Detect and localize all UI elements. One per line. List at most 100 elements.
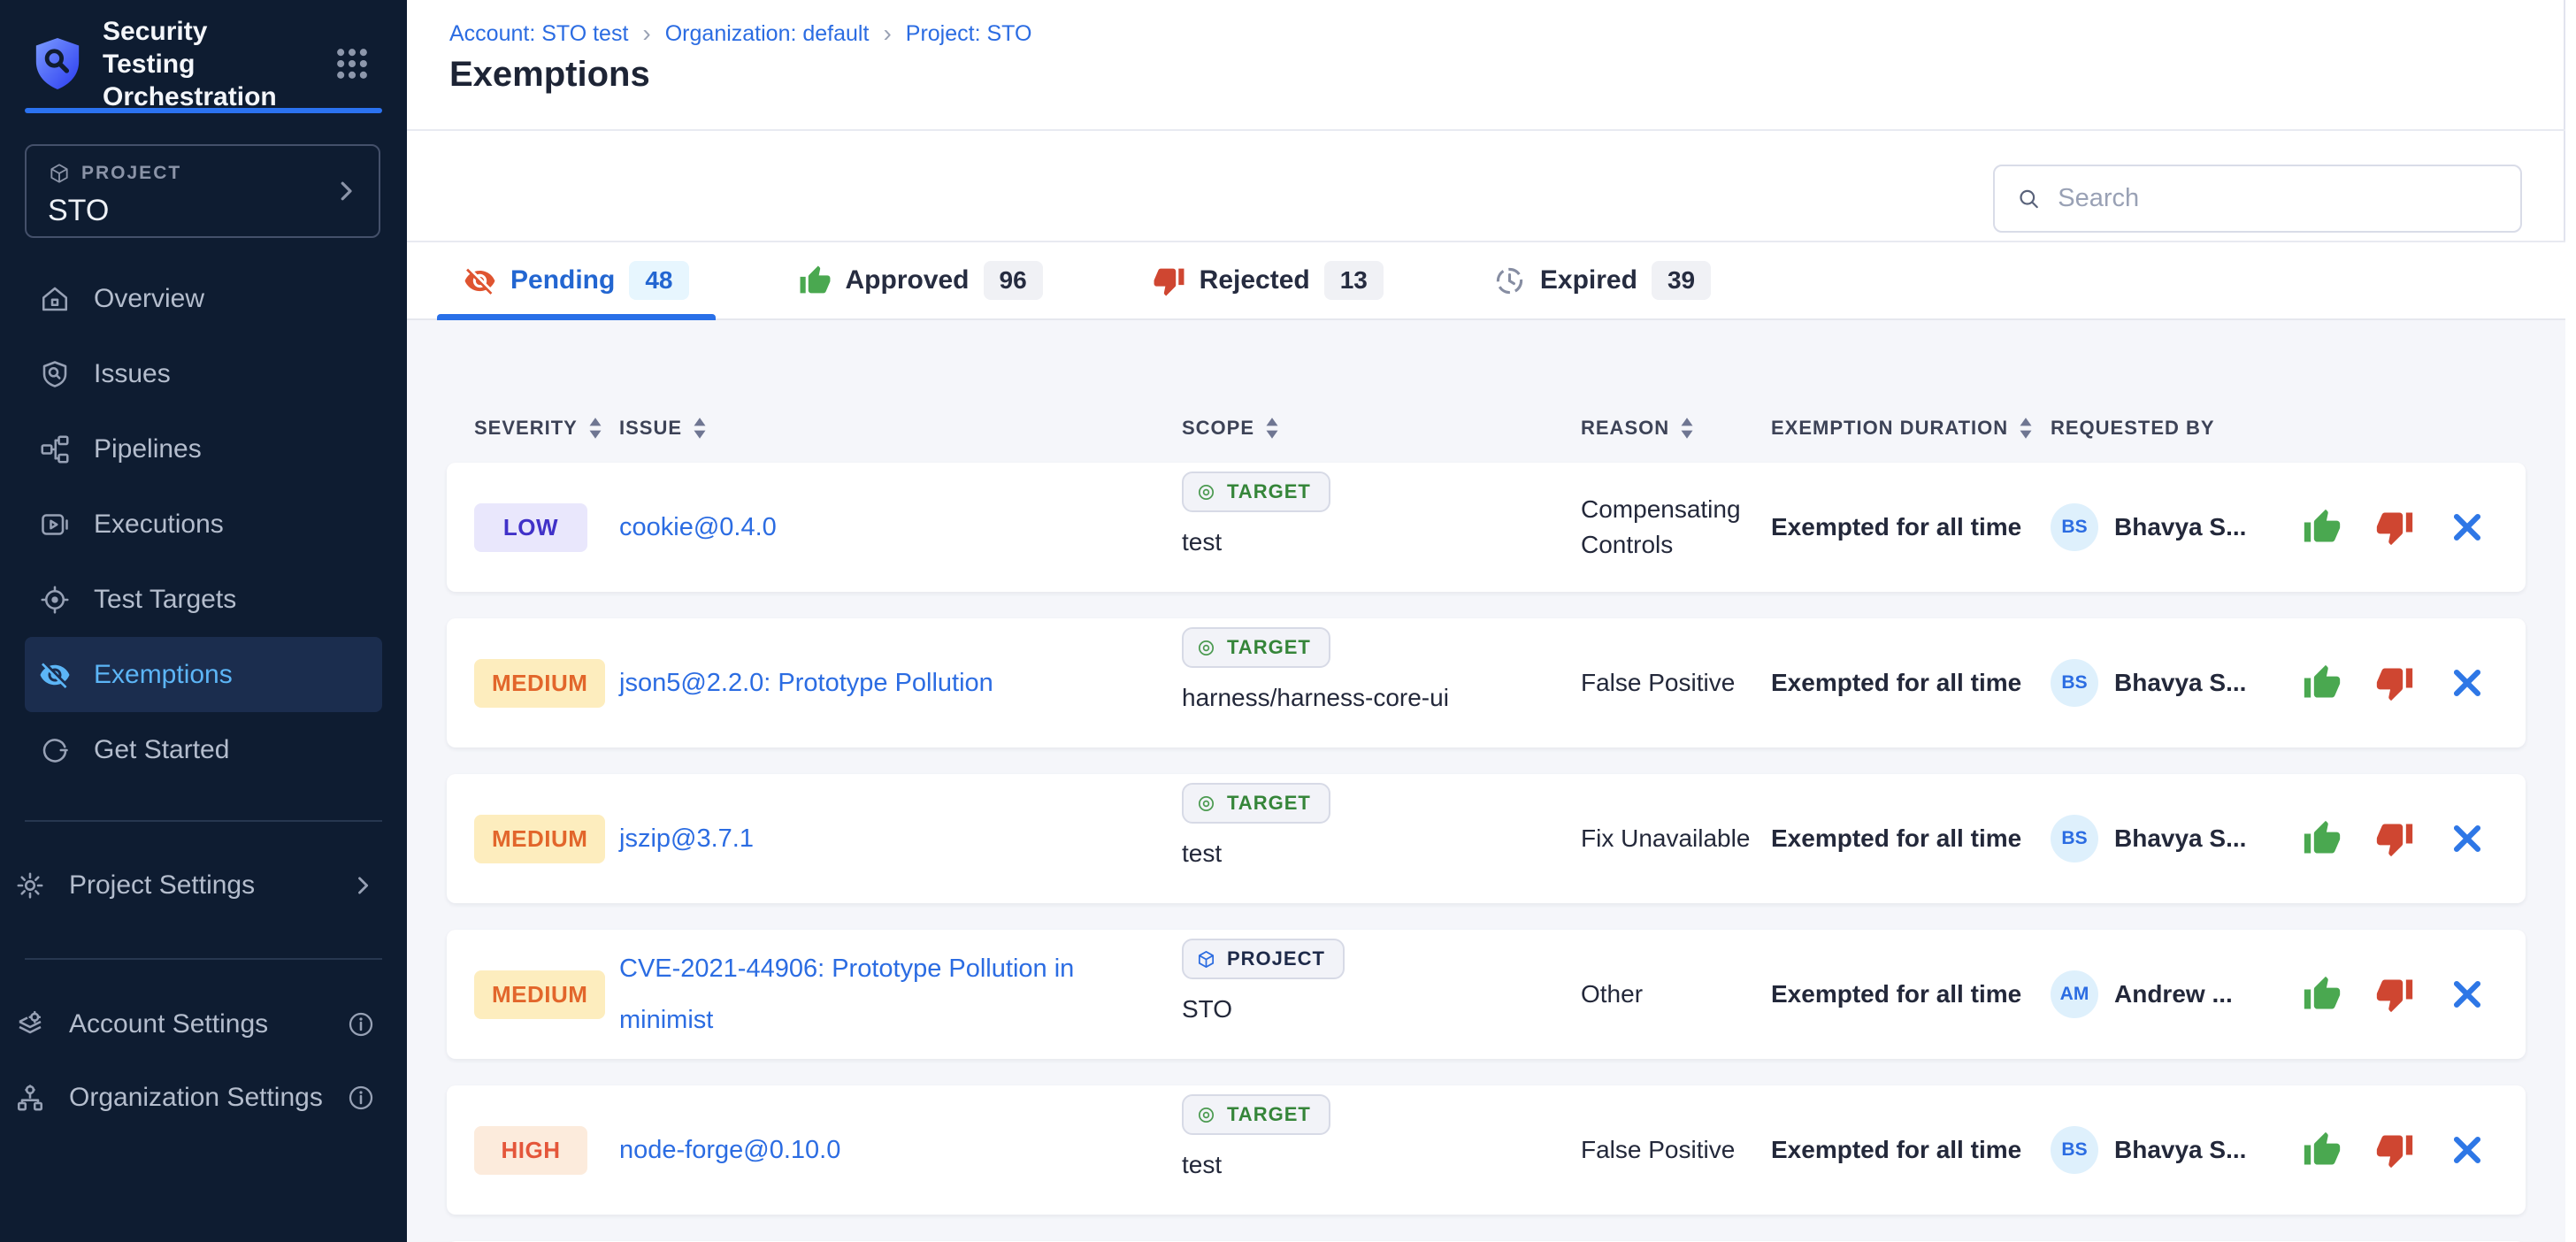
tab-count-badge: 13	[1324, 261, 1384, 300]
approve-button[interactable]	[2303, 975, 2342, 1014]
sidebar-item-issues[interactable]: Issues	[25, 336, 382, 411]
sidebar-item-get-started[interactable]: Get Started	[25, 712, 382, 787]
table-row: MEDIUM json5@2.2.0: Prototype Pollution …	[447, 618, 2526, 748]
scope-type-label: TARGET	[1227, 1103, 1311, 1126]
table-row: MEDIUM jszip@3.7.1 TARGET test Fix Unava…	[447, 774, 2526, 903]
breadcrumb: Account: STO test › Organization: defaul…	[449, 19, 1031, 48]
cancel-request-button[interactable]	[2448, 975, 2487, 1014]
cancel-request-button[interactable]	[2448, 508, 2487, 547]
reject-button[interactable]	[2375, 975, 2414, 1014]
pipelines-icon	[39, 433, 71, 465]
column-label: REASON	[1581, 417, 1669, 440]
module-accent-line	[25, 108, 382, 113]
reject-button[interactable]	[2375, 1131, 2414, 1169]
scope-type-label: TARGET	[1227, 480, 1311, 503]
breadcrumb-project-link[interactable]: Project: STO	[906, 21, 1032, 47]
target-icon	[1196, 482, 1216, 502]
breadcrumb-organization-link[interactable]: Organization: default	[665, 21, 870, 47]
requester-avatar: AM	[2051, 970, 2098, 1018]
reason-text: False Positive	[1581, 665, 1771, 701]
tab-label: Approved	[846, 265, 970, 295]
tab-expired[interactable]: Expired 39	[1467, 242, 1737, 318]
duration-text: Exempted for all time	[1771, 669, 2051, 697]
reject-button[interactable]	[2375, 819, 2414, 858]
sidebar-divider	[25, 958, 382, 960]
column-label: ISSUE	[619, 417, 682, 440]
issue-link[interactable]: node-forge@0.10.0	[619, 1124, 1182, 1176]
home-icon	[39, 283, 71, 315]
thumb-up-icon	[2303, 663, 2342, 702]
column-header-exemption-duration[interactable]: EXEMPTION DURATION	[1771, 417, 2051, 440]
sidebar-nav: Overview Issues	[0, 261, 407, 787]
sidebar-item-label: Organization Settings	[69, 1083, 323, 1113]
sidebar-item-organization-settings[interactable]: Organization Settings	[0, 1060, 407, 1135]
issue-link[interactable]: CVE-2021-44906: Prototype Pollution in m…	[619, 943, 1182, 1046]
cancel-request-button[interactable]	[2448, 819, 2487, 858]
column-header-severity[interactable]: SEVERITY	[474, 417, 619, 440]
approve-button[interactable]	[2303, 663, 2342, 702]
thumb-up-icon	[2303, 1131, 2342, 1169]
sidebar-item-account-settings[interactable]: Account Settings	[0, 986, 407, 1062]
thumb-up-icon	[2303, 975, 2342, 1014]
get-started-icon	[39, 734, 71, 766]
sidebar-item-exemptions[interactable]: Exemptions	[25, 637, 382, 712]
sort-icon	[1265, 417, 1279, 440]
sidebar-item-label: Account Settings	[69, 1009, 268, 1039]
table-row: MEDIUM CVE-2021-44906: Prototype Polluti…	[447, 930, 2526, 1059]
breadcrumb-account-link[interactable]: Account: STO test	[449, 21, 628, 47]
tab-pending[interactable]: Pending 48	[437, 242, 716, 318]
column-header-scope[interactable]: SCOPE	[1182, 417, 1581, 440]
column-header-reason[interactable]: REASON	[1581, 417, 1771, 440]
info-icon[interactable]	[347, 1010, 375, 1039]
reject-button[interactable]	[2375, 508, 2414, 547]
scope-badge: TARGET	[1182, 1094, 1330, 1135]
search-input[interactable]	[2058, 184, 2499, 213]
tab-count-badge: 39	[1652, 261, 1711, 300]
approve-button[interactable]	[2303, 819, 2342, 858]
requester-name: Bhavya S...	[2114, 669, 2246, 697]
table-header: SEVERITY ISSUE SCOPE REASON	[447, 400, 2526, 456]
cube-icon	[1196, 949, 1216, 970]
approve-button[interactable]	[2303, 508, 2342, 547]
project-selector[interactable]: PROJECT STO	[25, 144, 380, 238]
eye-off-icon	[39, 659, 71, 691]
info-icon[interactable]	[347, 1084, 375, 1112]
column-label: SEVERITY	[474, 417, 578, 440]
reason-text: Other	[1581, 977, 1771, 1012]
tab-count-badge: 96	[984, 261, 1043, 300]
column-header-issue[interactable]: ISSUE	[619, 417, 1182, 440]
sidebar-item-executions[interactable]: Executions	[25, 487, 382, 562]
reason-text: Fix Unavailable	[1581, 821, 1771, 856]
column-label: SCOPE	[1182, 417, 1254, 440]
reason-text: False Positive	[1581, 1132, 1771, 1168]
cancel-request-button[interactable]	[2448, 663, 2487, 702]
cancel-request-button[interactable]	[2448, 1131, 2487, 1169]
issue-link[interactable]: json5@2.2.0: Prototype Pollution	[619, 657, 1182, 709]
project-selector-value: STO	[48, 194, 357, 228]
issue-link[interactable]: jszip@3.7.1	[619, 813, 1182, 864]
sort-icon	[2019, 417, 2033, 440]
sidebar-item-project-settings[interactable]: Project Settings	[0, 847, 407, 923]
search-icon	[2016, 185, 2042, 213]
tab-rejected[interactable]: Rejected 13	[1126, 242, 1410, 318]
module-grid-icon[interactable]	[333, 44, 372, 83]
scope-name: harness/harness-core-ui	[1182, 684, 1449, 712]
requester-avatar: BS	[2051, 503, 2098, 551]
reject-button[interactable]	[2375, 663, 2414, 702]
sidebar-item-label: Test Targets	[94, 585, 236, 615]
scope-badge: TARGET	[1182, 472, 1330, 512]
sidebar-item-overview[interactable]: Overview	[25, 261, 382, 336]
sidebar-item-test-targets[interactable]: Test Targets	[25, 562, 382, 637]
scope-name: test	[1182, 528, 1222, 556]
sidebar-item-label: Exemptions	[94, 660, 233, 690]
chevron-right-icon	[333, 178, 359, 204]
approve-button[interactable]	[2303, 1131, 2342, 1169]
app-title: Security Testing Orchestration	[103, 15, 306, 113]
executions-icon	[39, 509, 71, 540]
sidebar-item-pipelines[interactable]: Pipelines	[25, 411, 382, 487]
tab-approved[interactable]: Approved 96	[772, 242, 1070, 318]
tab-label: Pending	[510, 265, 615, 295]
duration-text: Exempted for all time	[1771, 824, 2051, 853]
issue-link[interactable]: cookie@0.4.0	[619, 502, 1182, 553]
column-header-requested-by[interactable]: REQUESTED BY	[2051, 417, 2254, 440]
